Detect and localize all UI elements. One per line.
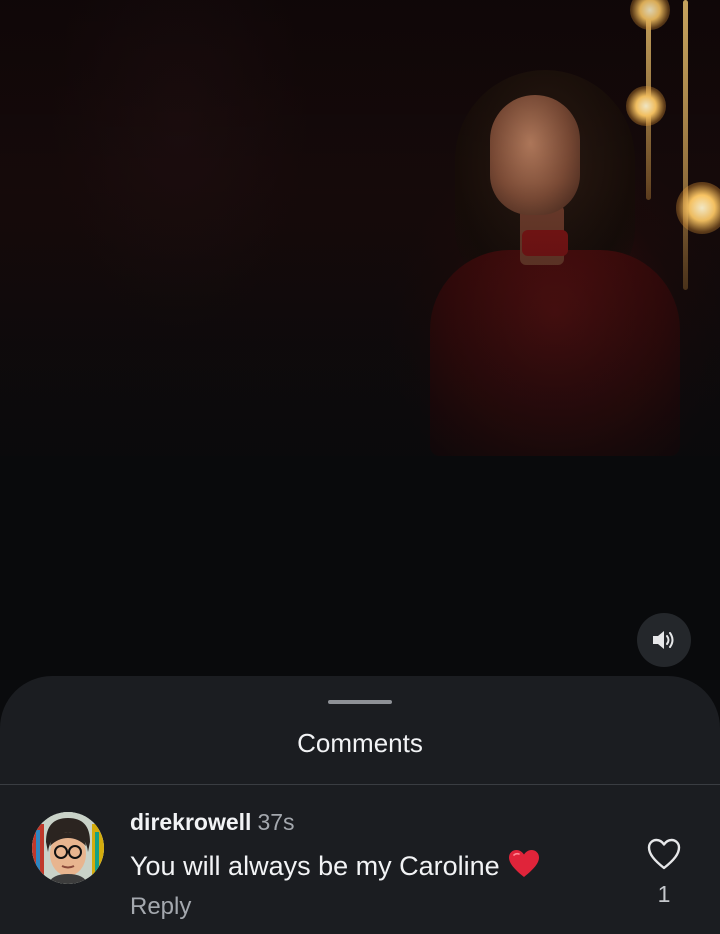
photo-shade (0, 0, 720, 456)
comment-item: direkrowell 37s You will always be my Car… (0, 785, 720, 934)
video-frame (0, 0, 720, 456)
avatar[interactable] (32, 812, 104, 884)
video-player[interactable] (0, 0, 720, 680)
comment-header: direkrowell 37s (130, 809, 295, 836)
sheet-title: Comments (297, 728, 423, 758)
drag-handle[interactable] (328, 700, 392, 704)
speaker-volume-icon (653, 631, 674, 649)
comment-body: You will always be my Caroline (130, 849, 540, 886)
like-count: 1 (657, 881, 671, 907)
like-button[interactable] (646, 837, 682, 873)
reply-button[interactable]: Reply (130, 893, 191, 921)
comment-timestamp: 37s (257, 809, 295, 835)
comments-sheet: Comments direkrowell 37s You will always… (0, 676, 720, 934)
sound-toggle-button[interactable] (637, 613, 691, 667)
comment-text: You will always be my Caroline (130, 851, 500, 881)
username[interactable]: direkrowell (130, 809, 251, 835)
red-heart-emoji-icon (508, 849, 540, 886)
avatar-illustration-icon (32, 812, 104, 884)
heart-outline-icon (647, 838, 681, 870)
